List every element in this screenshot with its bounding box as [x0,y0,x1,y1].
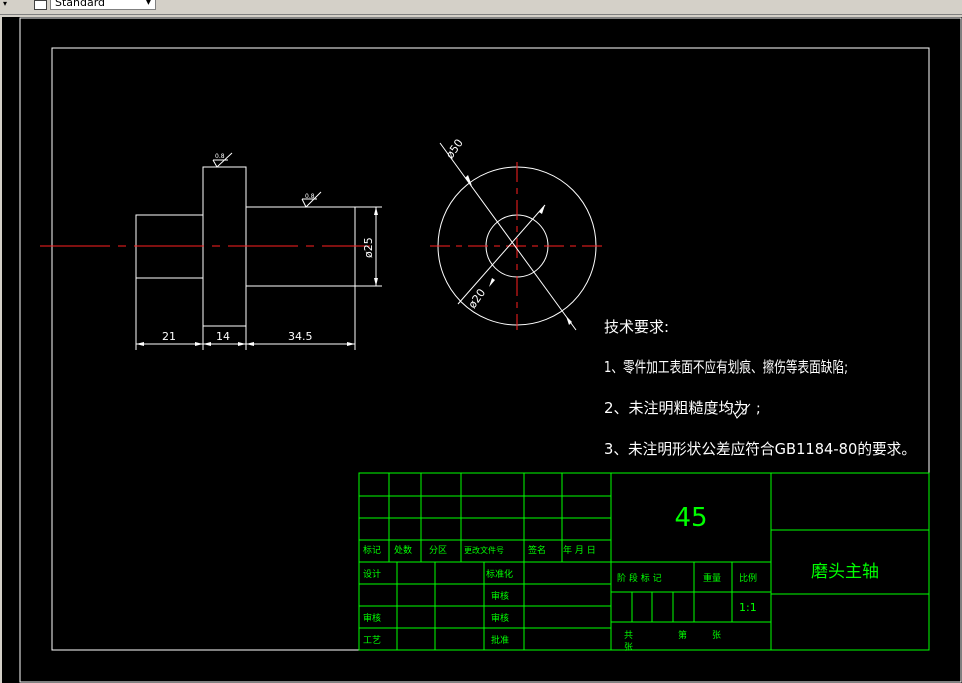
tb-zhang: 张 [712,630,721,641]
dim-len-34-5: 34.5 [288,330,313,343]
tb-approve: 批准 [491,634,509,646]
tb-sheet-no: 第 [678,629,687,641]
tb-weight-label: 重量 [703,572,721,584]
end-view: ø50 ø20 [430,137,604,331]
roughness-value-1: 0.8 [215,153,225,160]
tb-header-sign: 签名 [528,544,546,556]
shaft-view [40,166,370,327]
roughness-value-2: 0.8 [305,193,315,200]
tb-header-count: 处数 [394,544,412,556]
tb-tech-review: 审核 [491,612,509,624]
tb-material: 45 [674,503,707,533]
tb-sheets: 张 [624,642,633,653]
tech-req-item-1: 1、零件加工表面不应有划痕、擦伤等表面缺陷; [604,358,848,376]
cad-drawing: 0.8 0.8 21 14 34.5 ø25 ø50 ø20 技术要求: 1、零… [19,17,962,683]
tb-process: 工艺 [363,635,381,646]
tb-scale-label: 比例 [739,572,757,584]
dim-len-21: 21 [162,330,176,343]
tech-req-item-3: 3、未注明形状公差应符合GB1184-80的要求。 [604,440,916,458]
tech-req-item-2-suffix: ; [756,401,761,417]
tb-header-mark: 标记 [363,544,381,556]
tb-check: 审核 [363,612,381,624]
tech-req-roughness-value: 6.3 [724,403,734,410]
dim-dia-50: ø50 [443,137,466,161]
tb-stage-label: 阶 段 标 记 [617,572,662,584]
tb-total: 共 [624,630,633,641]
roughness-symbol-collar: 0.8 [212,152,233,168]
dim-dia-20: ø20 [466,286,489,310]
leader-dia-20 [457,204,546,305]
tb-review: 审核 [491,590,509,602]
tb-header-doc: 更改文件号 [464,545,504,555]
tech-requirements: 技术要求: 1、零件加工表面不应有划痕、擦伤等表面缺陷; 2、未注明粗糙度均为 … [604,318,916,458]
dim-len-14: 14 [216,330,230,343]
inner-border [51,47,930,651]
title-block: 标记 处数 分区 更改文件号 签名 年 月 日 设计 标准化 审核 审核 审核 … [358,472,930,653]
tb-header-zone: 分区 [429,545,447,556]
tb-part-name: 磨头主轴 [811,562,879,582]
tb-design: 设计 [363,568,381,580]
tb-scale-value: 1:1 [739,601,757,614]
outer-border [19,17,962,683]
dim-dia-25: ø25 [362,237,375,258]
tb-standardize: 标准化 [486,568,513,580]
tech-req-title: 技术要求: [604,318,669,336]
roughness-symbol-shaft: 0.8 [301,191,322,208]
tb-header-date: 年 月 日 [563,544,596,556]
